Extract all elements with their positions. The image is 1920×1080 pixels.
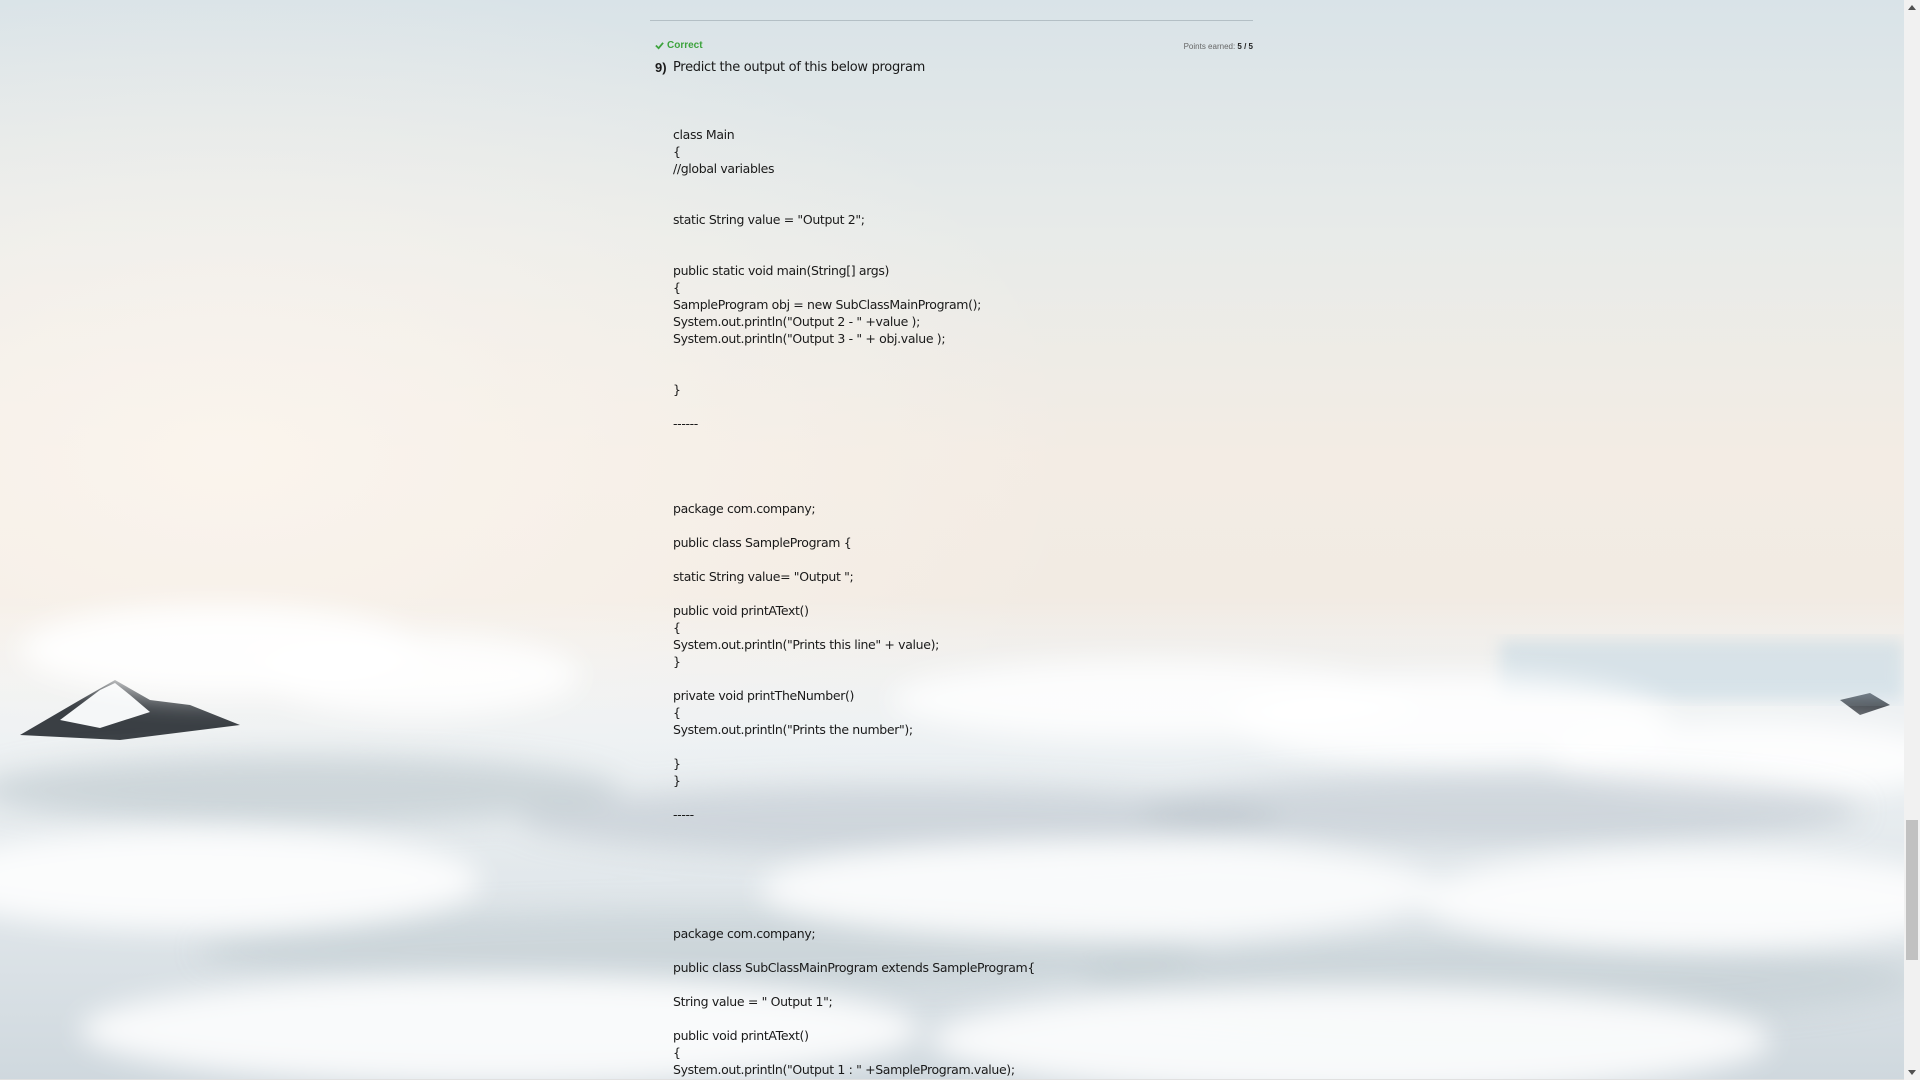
points-earned: Points earned: 5 / 5 xyxy=(1184,42,1253,51)
code-line: } xyxy=(673,773,681,788)
status-badge: Correct xyxy=(655,40,703,51)
code-line: ----- xyxy=(673,807,694,822)
code-line: public static void main(String[] args) xyxy=(673,263,890,278)
code-line: package com.company; xyxy=(673,501,816,516)
code-line: { xyxy=(673,144,681,159)
code-line: { xyxy=(673,620,681,635)
question-number: 9) xyxy=(655,60,667,75)
code-line: System.out.println("Output 3 - " + obj.v… xyxy=(673,331,946,346)
scrollbar-thumb[interactable] xyxy=(1906,820,1918,960)
code-line: private void printTheNumber() xyxy=(673,688,855,703)
code-line: System.out.println("Output 1 : " +Sample… xyxy=(673,1062,1015,1077)
code-line: public class SubClassMainProgram extends… xyxy=(673,960,1035,975)
code-line: System.out.println("Prints this line" + … xyxy=(673,637,939,652)
code-line: { xyxy=(673,280,681,295)
code-line: package com.company; xyxy=(673,926,816,941)
arrow-up-icon[interactable] xyxy=(1908,5,1916,10)
code-line: { xyxy=(673,1045,681,1060)
vertical-scrollbar[interactable] xyxy=(1904,0,1920,1080)
points-label: Points earned: xyxy=(1183,42,1236,51)
code-line: public class SampleProgram { xyxy=(673,535,852,550)
code-line: ------ xyxy=(673,416,698,431)
arrow-down-icon[interactable] xyxy=(1908,1070,1916,1075)
quiz-question-card: Correct Points earned: 5 / 5 9) Predict … xyxy=(650,0,1253,1080)
code-line: System.out.println("Prints the number"); xyxy=(673,722,913,737)
question-prompt: Predict the output of this below program xyxy=(673,60,925,75)
code-line: public void printAText() xyxy=(673,1028,809,1043)
check-icon xyxy=(655,42,664,50)
points-value: 5 / 5 xyxy=(1237,42,1253,51)
status-label: Correct xyxy=(667,40,703,51)
code-line: { xyxy=(673,705,681,720)
code-line: } xyxy=(673,654,681,669)
question-divider xyxy=(650,20,1253,21)
code-line: class Main xyxy=(673,127,735,142)
code-line: //global variables xyxy=(673,161,775,176)
code-line: String value = " Output 1"; xyxy=(673,994,833,1009)
code-line: static String value= "Output "; xyxy=(673,569,854,584)
code-line: System.out.println("Output 2 - " +value … xyxy=(673,314,920,329)
code-line: public void printAText() xyxy=(673,603,809,618)
code-line: } xyxy=(673,756,681,771)
code-line: SampleProgram obj = new SubClassMainProg… xyxy=(673,297,981,312)
code-line: static String value = "Output 2"; xyxy=(673,212,865,227)
code-line: } xyxy=(673,382,681,397)
